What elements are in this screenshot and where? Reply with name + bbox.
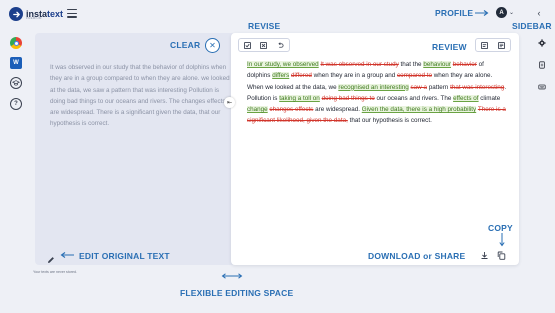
deletion-suggestion[interactable]: It was observed in our study (320, 61, 398, 68)
chrome-icon[interactable] (10, 37, 22, 49)
word-icon[interactable]: W (10, 57, 22, 69)
copy-annotation: COPY (488, 223, 513, 233)
document-icon[interactable] (537, 60, 547, 70)
flexible-space-annotation: FLEXIBLE EDITING SPACE (180, 288, 294, 298)
revise-toolbar (238, 38, 290, 52)
compare-view-icon[interactable] (480, 40, 490, 50)
clear-annotation: CLEAR (170, 40, 201, 50)
keyboard-icon[interactable] (537, 82, 547, 92)
right-sidebar (528, 30, 555, 290)
text-segment: climate (478, 94, 501, 102)
deletion-suggestion[interactable]: behavior (453, 61, 477, 68)
logo-icon (9, 7, 23, 21)
text-segment: are widespread. (313, 106, 362, 114)
text-segment: that our hypothesis is correct. (347, 117, 432, 125)
brand-tagline: PREMIUM (26, 16, 42, 20)
privacy-note: Your texts are never stored. (33, 270, 78, 274)
original-text[interactable]: It was observed in our study that the be… (50, 62, 235, 130)
chevron-down-icon[interactable]: ⌄ (509, 9, 514, 16)
accept-all-icon[interactable] (242, 40, 252, 50)
arrow-right-icon (475, 10, 489, 16)
review-toolbar (475, 38, 511, 52)
clean-view-icon[interactable] (497, 40, 507, 50)
insertion-suggestion[interactable]: change (247, 106, 268, 114)
reject-all-icon[interactable] (259, 40, 269, 50)
arrow-left-icon (60, 252, 74, 258)
deletion-suggestion[interactable]: doing bad things to (322, 95, 375, 102)
revise-annotation: REVISE (248, 21, 281, 31)
insertion-suggestion[interactable]: In our study, we observed (247, 61, 319, 68)
collapse-panel-icon[interactable]: ⇤ (224, 97, 235, 108)
deletion-suggestion[interactable]: compared to (397, 72, 432, 79)
deletion-suggestion[interactable]: changes effects (269, 106, 313, 113)
pencil-icon[interactable] (47, 251, 55, 263)
clear-close-icon[interactable]: ✕ (205, 38, 220, 53)
arrow-down-icon (499, 233, 505, 247)
undo-icon[interactable] (276, 40, 286, 50)
help-icon[interactable]: ? (10, 98, 22, 110)
deletion-suggestion[interactable]: differed (291, 72, 312, 79)
insertion-suggestion[interactable]: taking a toll on (279, 94, 320, 102)
copy-icon[interactable] (497, 251, 506, 260)
brand-logo[interactable]: instatext PREMIUM (9, 7, 63, 21)
download-share-annotation: DOWNLOAD or SHARE (368, 251, 466, 261)
revised-text[interactable]: In our study, we observed It was observe… (247, 59, 507, 127)
insertion-suggestion[interactable]: recognised an interesting (338, 83, 409, 91)
deletion-suggestion[interactable]: saw a (411, 84, 427, 91)
insertion-suggestion[interactable]: differs (272, 72, 290, 80)
edit-original-annotation: EDIT ORIGINAL TEXT (79, 251, 170, 261)
insertion-suggestion[interactable]: Given the data, there is a high probabil… (361, 106, 477, 114)
insertion-suggestion[interactable]: effects of (453, 94, 479, 102)
hamburger-menu-icon[interactable] (67, 9, 77, 18)
avatar[interactable]: A (496, 7, 507, 18)
deletion-suggestion[interactable]: that was interesting (450, 84, 504, 91)
graduation-cap-icon[interactable] (10, 77, 22, 89)
left-rail: W ? (0, 30, 30, 290)
resize-arrow-icon[interactable] (221, 273, 243, 279)
text-segment: pattern (426, 83, 451, 91)
text-segment: when they are in a group and (311, 72, 397, 80)
profile-annotation: PROFILE (435, 8, 474, 18)
review-annotation: REVIEW (432, 42, 467, 52)
settings-gear-icon[interactable] (537, 38, 547, 48)
text-segment: that the (398, 61, 424, 68)
download-icon[interactable] (480, 251, 489, 260)
insertion-suggestion[interactable]: behaviour (423, 61, 451, 68)
text-segment: our oceans and rivers. The (374, 94, 454, 102)
collapse-chevron-icon[interactable]: ‹ (534, 8, 544, 18)
